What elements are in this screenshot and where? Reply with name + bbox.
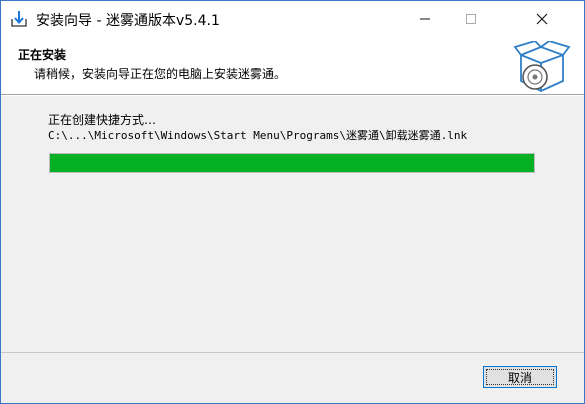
page-subtitle: 请稍候，安装向导正在您的电脑上安装迷雾通。 — [34, 67, 287, 81]
minimize-button[interactable] — [402, 1, 448, 36]
current-file-path: C:\...\Microsoft\Windows\Start Menu\Prog… — [48, 129, 468, 142]
maximize-icon — [466, 13, 476, 24]
footer-divider — [1, 352, 584, 353]
install-icon — [11, 11, 27, 27]
header-divider-highlight — [1, 95, 584, 96]
close-button[interactable] — [519, 1, 565, 36]
cancel-button[interactable]: 取消 — [483, 366, 557, 388]
header-panel: 正在安装 请稍候，安装向导正在您的电脑上安装迷雾通。 — [1, 36, 584, 94]
page-title: 正在安装 — [18, 48, 67, 62]
maximize-button[interactable] — [448, 1, 494, 36]
progress-bar — [49, 153, 535, 173]
title-bar[interactable]: 安装向导 - 迷雾通版本v5.4.1 — [1, 1, 584, 36]
installer-window: 安装向导 - 迷雾通版本v5.4.1 正在安装 请稍候，安装向导正在您的电脑上安… — [0, 0, 585, 404]
progress-fill — [50, 154, 534, 172]
window-title: 安装向导 - 迷雾通版本v5.4.1 — [36, 13, 220, 29]
status-text: 正在创建快捷方式… — [48, 113, 157, 127]
close-icon — [536, 13, 548, 24]
minimize-icon — [420, 18, 430, 19]
box-disc-icon — [513, 41, 571, 92]
